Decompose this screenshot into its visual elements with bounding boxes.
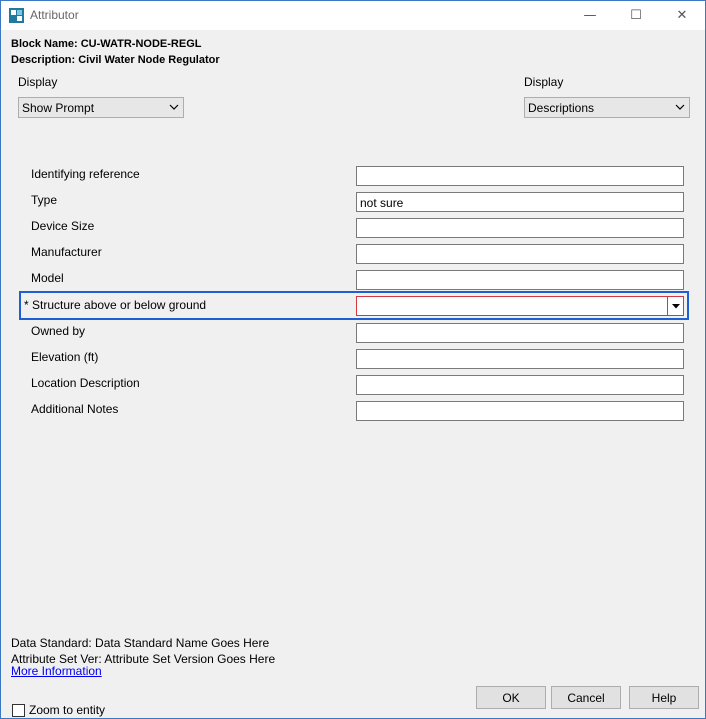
ok-button[interactable]: OK: [476, 686, 546, 709]
field-label-structure-above-below-ground: * Structure above or below ground: [24, 298, 207, 312]
caret-down-icon: [671, 303, 680, 308]
field-label-location-description: Location Description: [31, 376, 140, 390]
attributor-app-icon: [9, 8, 24, 23]
chevron-down-icon: [169, 104, 179, 110]
display-right-label: Display: [524, 75, 564, 89]
structure-above-below-ground-dropdown[interactable]: [356, 296, 684, 316]
chevron-down-icon: [675, 104, 685, 110]
more-information-link[interactable]: More Information: [11, 664, 102, 678]
minimize-icon: —: [583, 8, 597, 23]
identifying-reference-input[interactable]: [356, 166, 684, 186]
manufacturer-input[interactable]: [356, 244, 684, 264]
field-label-elevation: Elevation (ft): [31, 350, 99, 364]
maximize-button[interactable]: ☐: [613, 1, 659, 30]
minimize-button[interactable]: —: [567, 1, 613, 30]
location-description-input[interactable]: [356, 375, 684, 395]
field-label-type: Type: [31, 193, 58, 207]
maximize-icon: ☐: [630, 8, 642, 23]
title-bar[interactable]: Attributor — ☐ ✕: [1, 1, 705, 30]
field-label-identifying-reference: Identifying reference: [31, 167, 140, 181]
display-mode-dropdown[interactable]: Show Prompt: [18, 97, 184, 118]
block-name: Block Name: CU-WATR-NODE-REGL: [11, 38, 202, 50]
dropdown-arrow-button[interactable]: [667, 297, 683, 315]
data-standard-text: Data Standard: Data Standard Name Goes H…: [11, 636, 270, 650]
block-description: Description: Civil Water Node Regulator: [11, 54, 220, 66]
close-icon: ✕: [676, 8, 688, 23]
field-label-model: Model: [31, 271, 64, 285]
owned-by-input[interactable]: [356, 323, 684, 343]
description-mode-dropdown[interactable]: Descriptions: [524, 97, 690, 118]
attributor-window: Attributor — ☐ ✕ Block Name: CU-WATR-NOD…: [0, 0, 706, 719]
type-input[interactable]: not sure: [356, 192, 684, 212]
description-mode-value: Descriptions: [528, 101, 595, 115]
zoom-to-entity-label[interactable]: Zoom to entity: [29, 703, 105, 717]
elevation-input[interactable]: [356, 349, 684, 369]
help-button[interactable]: Help: [629, 686, 699, 709]
model-input[interactable]: [356, 270, 684, 290]
cancel-button[interactable]: Cancel: [551, 686, 621, 709]
field-label-owned-by: Owned by: [31, 324, 86, 338]
field-label-manufacturer: Manufacturer: [31, 245, 102, 259]
display-mode-value: Show Prompt: [22, 101, 95, 115]
additional-notes-input[interactable]: [356, 401, 684, 421]
display-left-label: Display: [18, 75, 58, 89]
window-title: Attributor: [30, 8, 79, 22]
device-size-input[interactable]: [356, 218, 684, 238]
zoom-to-entity-checkbox[interactable]: [12, 704, 25, 717]
field-label-device-size: Device Size: [31, 219, 95, 233]
field-label-additional-notes: Additional Notes: [31, 402, 119, 416]
close-button[interactable]: ✕: [659, 1, 705, 30]
